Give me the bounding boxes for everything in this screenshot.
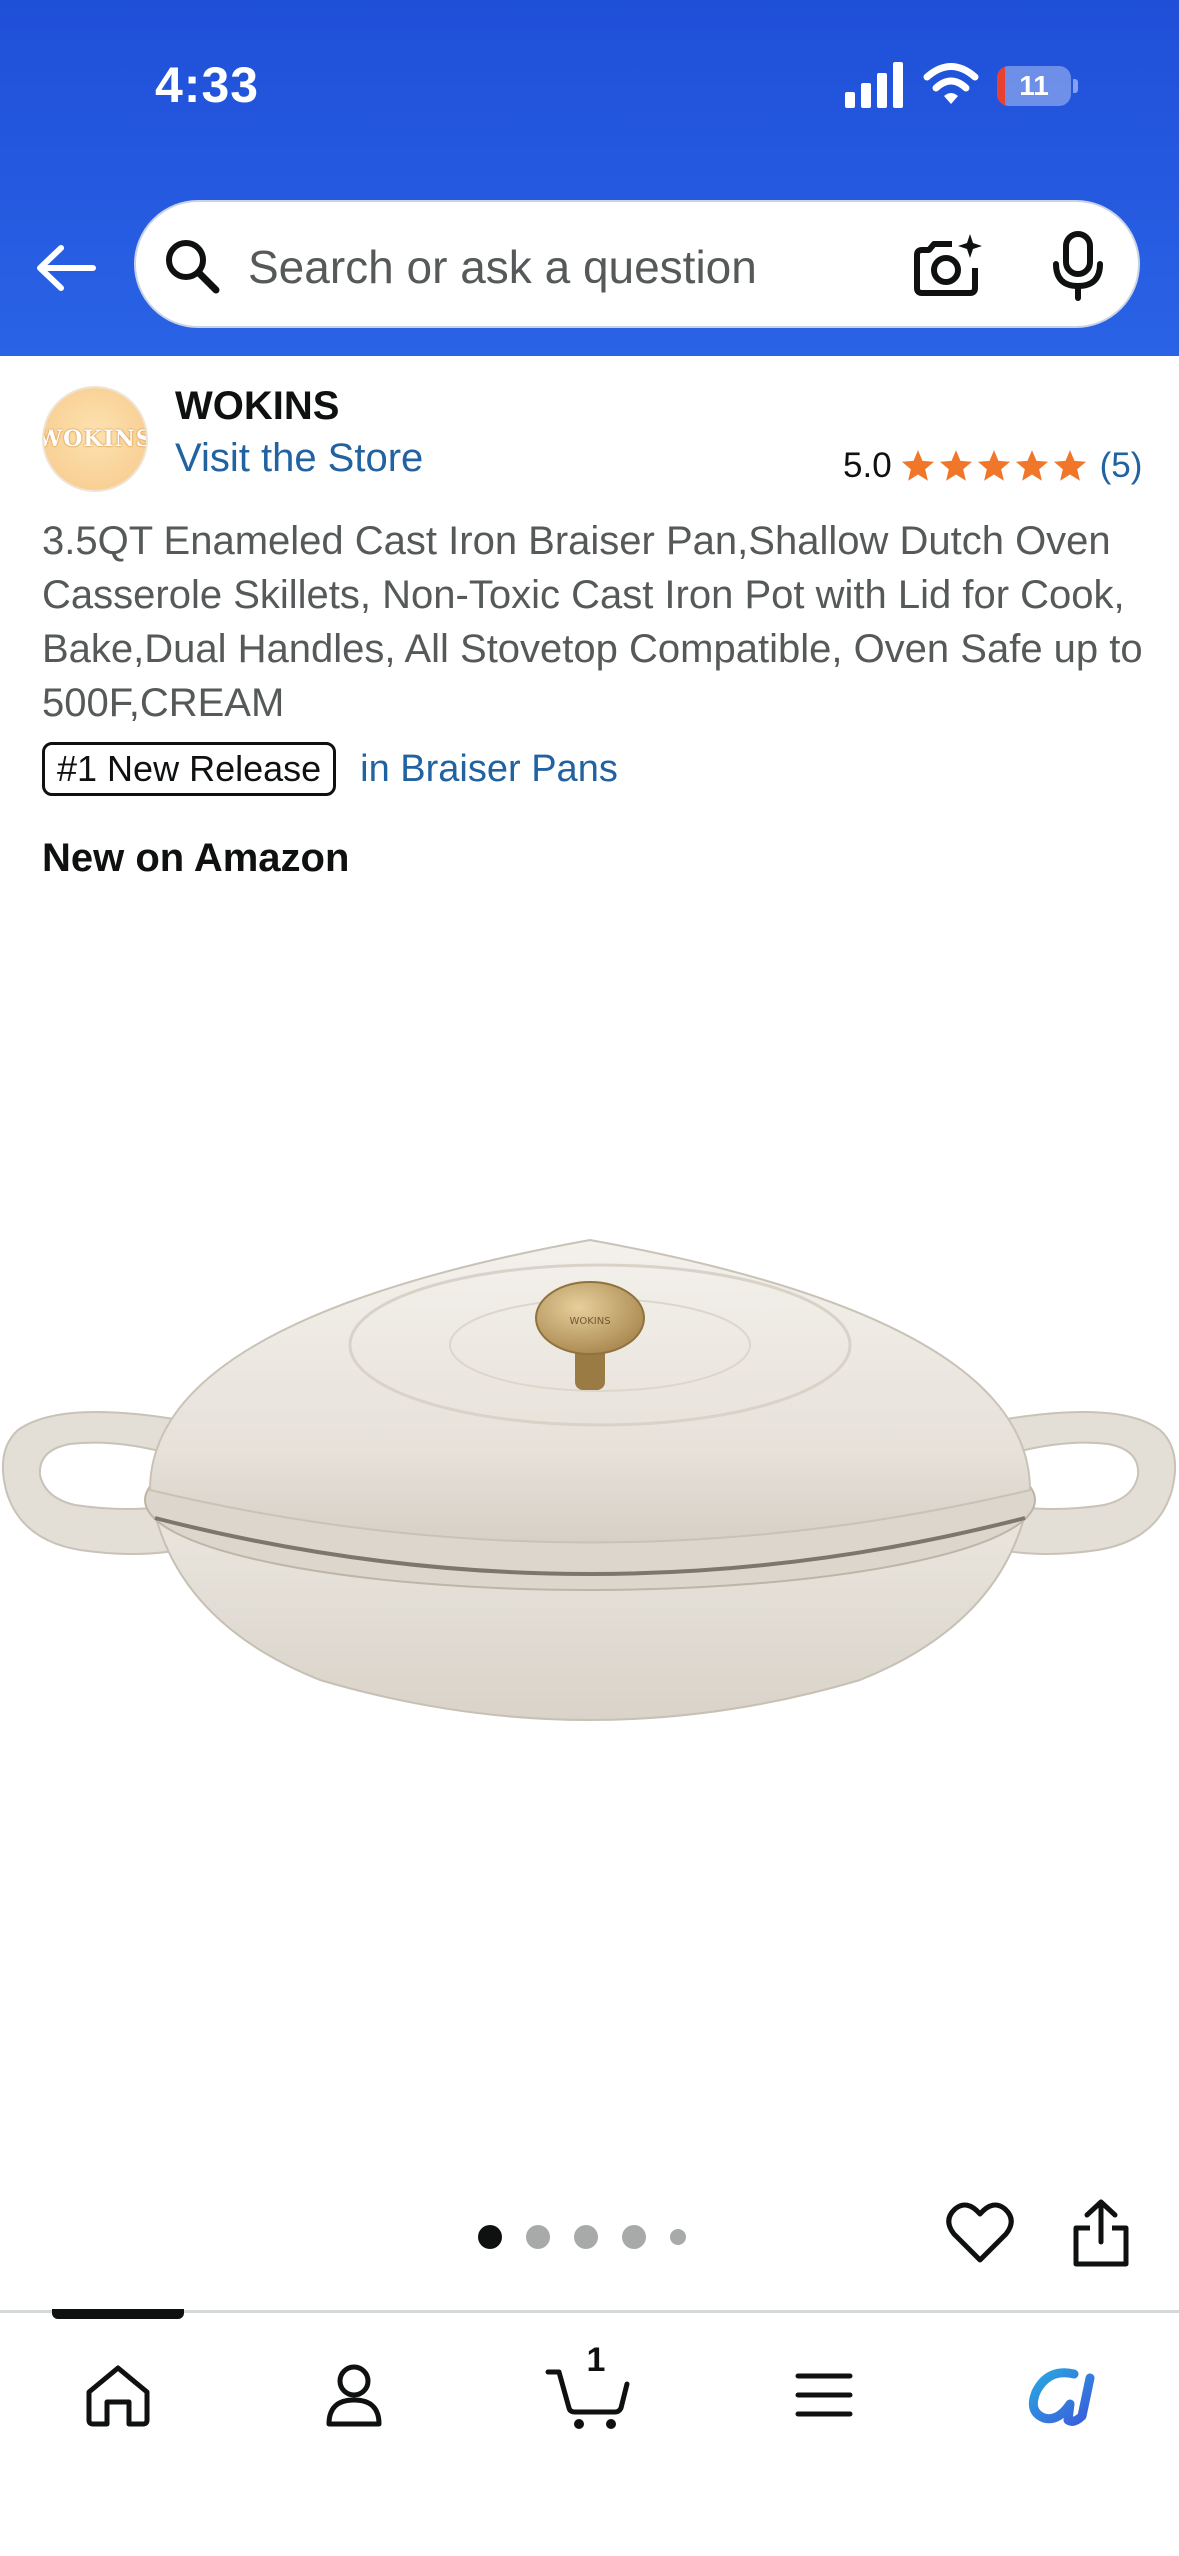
heart-icon[interactable]	[945, 2200, 1015, 2266]
carousel-dot[interactable]	[478, 2225, 502, 2249]
star-icon	[939, 450, 972, 481]
battery-level: 11	[1019, 70, 1049, 101]
nav-account[interactable]	[304, 2345, 404, 2445]
lid-knob-text: WOKINS	[569, 1316, 610, 1327]
star-icon	[901, 450, 934, 481]
app-header: 4:33 11 Search or ask a question	[0, 0, 1179, 356]
brand-logo-text: WOKINS	[42, 426, 148, 452]
rating-value: 5.0	[843, 446, 892, 485]
new-on-amazon-label: New on Amazon	[42, 836, 350, 880]
microphone-icon[interactable]	[1048, 230, 1108, 302]
nav-rufus[interactable]	[1010, 2345, 1110, 2445]
share-icon[interactable]	[1070, 2198, 1132, 2268]
battery-indicator: 11	[997, 66, 1078, 106]
star-icon	[977, 450, 1010, 481]
brand-logo[interactable]: WOKINS	[42, 386, 148, 492]
product-image[interactable]: WOKINS	[0, 1200, 1179, 1840]
arrow-left-icon	[37, 245, 96, 291]
star-icon	[1015, 450, 1048, 481]
wifi-icon	[923, 63, 979, 104]
rufus-icon	[1028, 2368, 1095, 2426]
visit-store-link[interactable]: Visit the Store	[175, 436, 423, 481]
image-carousel-dots[interactable]	[478, 2222, 686, 2252]
search-icon	[166, 240, 220, 294]
brand-name: WOKINS	[175, 384, 340, 428]
carousel-dot[interactable]	[670, 2229, 686, 2245]
camera-lens-icon[interactable]	[912, 230, 984, 302]
star-icon	[1053, 450, 1086, 481]
nav-home[interactable]	[68, 2345, 168, 2445]
carousel-dot[interactable]	[622, 2225, 646, 2249]
search-bar[interactable]: Search or ask a question	[134, 200, 1140, 328]
cart-count-badge: 1	[586, 2341, 606, 2379]
active-tab-indicator	[52, 2309, 184, 2319]
bottom-navigation: 1	[0, 2309, 1179, 2556]
hamburger-icon	[795, 2373, 853, 2417]
carousel-dot[interactable]	[574, 2225, 598, 2249]
best-seller-row[interactable]: #1 New Release in Braiser Pans	[42, 742, 618, 796]
back-button[interactable]	[30, 232, 102, 304]
nav-menu[interactable]	[774, 2345, 874, 2445]
search-input[interactable]: Search or ask a question	[248, 240, 757, 294]
badge-category-link[interactable]: in Braiser Pans	[360, 748, 618, 791]
new-release-badge[interactable]: #1 New Release	[42, 742, 337, 796]
status-time: 4:33	[155, 57, 260, 113]
carousel-dot[interactable]	[526, 2225, 550, 2249]
nav-cart[interactable]: 1	[538, 2341, 638, 2445]
rating-count[interactable]: (5)	[1100, 446, 1143, 486]
rating-summary[interactable]: 5.0 (5)	[843, 444, 1142, 488]
cellular-signal-icon	[845, 62, 903, 108]
star-rating	[900, 448, 1088, 484]
person-icon	[326, 2364, 382, 2427]
product-title: 3.5QT Enameled Cast Iron Braiser Pan,Sha…	[42, 519, 1143, 725]
home-icon	[86, 2365, 150, 2427]
